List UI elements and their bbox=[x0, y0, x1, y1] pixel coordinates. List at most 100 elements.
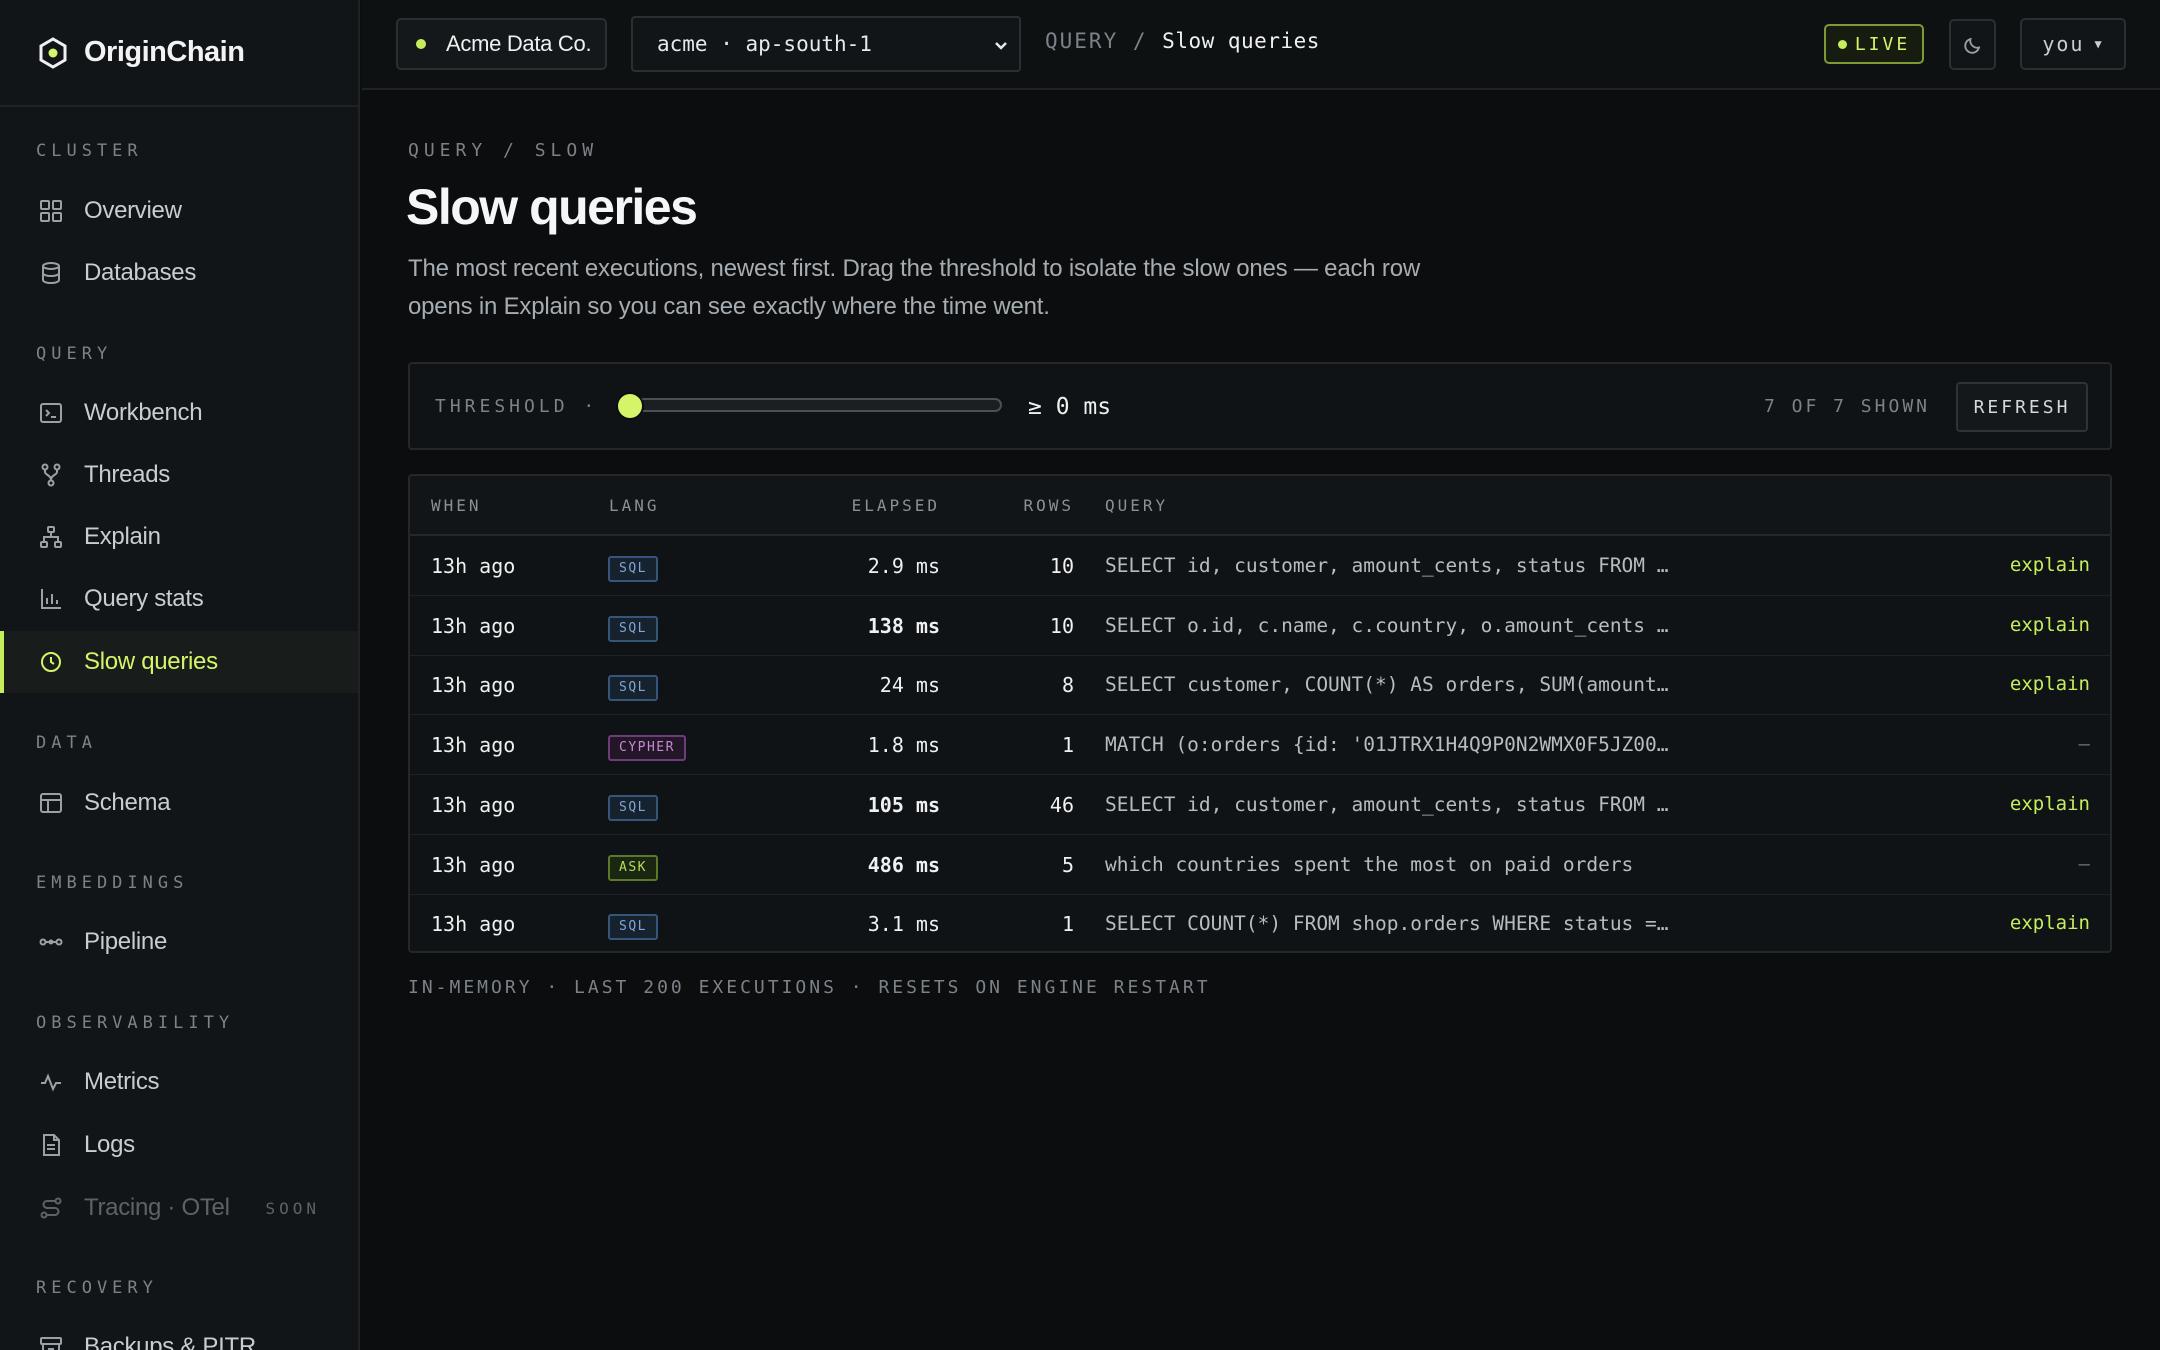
bar-chart-icon bbox=[41, 589, 61, 609]
cell-rows: 10 bbox=[1049, 554, 1074, 578]
route-icon bbox=[40, 1197, 62, 1219]
breadcrumb-current: Slow queries bbox=[1162, 29, 1320, 53]
region-select[interactable]: acme · ap-south-1 bbox=[631, 16, 1021, 72]
cell-rows: 5 bbox=[1061, 852, 1074, 877]
brand-name: OriginChain bbox=[84, 36, 245, 68]
theme-toggle-button[interactable] bbox=[1949, 19, 1996, 70]
sidebar-item-overview[interactable]: Overview bbox=[0, 180, 358, 242]
explain-link[interactable]: explain bbox=[2010, 554, 2090, 576]
database-icon bbox=[42, 262, 60, 285]
column-header-elapsed[interactable]: ELAPSED bbox=[852, 496, 940, 515]
table-row[interactable]: 13h ago SQL 105 ms 46 SELECT id, customer, a… bbox=[410, 775, 2110, 835]
column-header-lang[interactable]: LANG bbox=[609, 496, 660, 515]
table-row[interactable]: 13h ago SQL 24 ms 8 SELECT customer, COUNT(*… bbox=[410, 655, 2110, 716]
sidebar-item-threads[interactable]: Threads bbox=[0, 444, 358, 506]
sidebar: OriginChain CLUSTER Overview Databases Q… bbox=[0, 0, 360, 1350]
page-eyebrow: QUERY / SLOW bbox=[408, 140, 599, 161]
cell-when: 13h ago bbox=[431, 613, 516, 638]
cell-lang: SQL bbox=[608, 672, 658, 702]
nav-section-data: DATA bbox=[36, 733, 97, 753]
breadcrumb: QUERY / Slow queries bbox=[1045, 29, 1320, 53]
brand[interactable]: OriginChain bbox=[0, 0, 358, 107]
threshold-bar: THRESHOLD · ≥ 0 ms 7 OF 7 SHOWN REFRESH bbox=[408, 362, 2112, 450]
file-icon bbox=[43, 1134, 60, 1156]
sidebar-item-explain[interactable]: Explain bbox=[0, 506, 358, 568]
cell-rows: 1 bbox=[1061, 912, 1074, 937]
explain-link[interactable]: explain bbox=[2010, 793, 2090, 815]
table-header: WHEN LANG ELAPSED ROWS QUERY bbox=[410, 476, 2110, 536]
cell-query: SELECT COUNT(*) FROM shop.orders WHERE s… bbox=[1105, 912, 1669, 936]
threshold-value: ≥ 0 ms bbox=[1028, 394, 1112, 420]
nav-section-cluster: CLUSTER bbox=[36, 141, 143, 161]
explain-link[interactable]: explain bbox=[2010, 614, 2090, 636]
sidebar-item-pipeline[interactable]: Pipeline bbox=[0, 911, 358, 973]
sidebar-item-label: Threads bbox=[84, 461, 170, 488]
sidebar-item-slow-queries[interactable]: Slow queries bbox=[0, 631, 358, 693]
live-badge: LIVE bbox=[1824, 24, 1924, 64]
cell-query: SELECT o.id, c.name, c.country, o.amount… bbox=[1105, 613, 1669, 637]
sidebar-item-label: Slow queries bbox=[84, 648, 218, 675]
cell-when: 13h ago bbox=[431, 673, 516, 698]
sidebar-item-label: Tracing · OTel bbox=[84, 1194, 230, 1221]
column-header-when[interactable]: WHEN bbox=[431, 496, 482, 515]
cell-lang: CYPHER bbox=[608, 732, 686, 762]
cell-query: SELECT customer, COUNT(*) AS orders, SUM… bbox=[1105, 673, 1669, 697]
threshold-label: THRESHOLD · bbox=[435, 396, 599, 417]
user-menu-button[interactable]: you ▼ bbox=[2020, 18, 2126, 70]
cell-rows: 1 bbox=[1061, 733, 1074, 758]
nav-section-query: QUERY bbox=[36, 344, 113, 364]
status-dot bbox=[416, 39, 426, 49]
sidebar-item-label: Metrics bbox=[84, 1068, 160, 1095]
cell-query: SELECT id, customer, amount_cents, statu… bbox=[1105, 792, 1669, 816]
sidebar-item-label: Overview bbox=[84, 197, 182, 224]
logo-hexagon-icon bbox=[39, 36, 67, 69]
soon-badge: SOON bbox=[265, 1198, 320, 1218]
cell-when: 13h ago bbox=[431, 733, 516, 758]
branch-icon bbox=[41, 463, 61, 487]
sidebar-item-label: Databases bbox=[84, 259, 197, 286]
slow-queries-table: WHEN LANG ELAPSED ROWS QUERY 13h ago SQL 2… bbox=[408, 474, 2112, 953]
cell-lang: SQL bbox=[608, 792, 658, 821]
cell-lang: SQL bbox=[608, 613, 658, 642]
explain-link[interactable]: explain bbox=[2010, 673, 2090, 695]
sidebar-item-query-stats[interactable]: Query stats bbox=[0, 568, 358, 630]
table-row[interactable]: 13h ago ASK 486 ms 5 which countries spent t… bbox=[410, 835, 2110, 895]
breadcrumb-section[interactable]: QUERY / bbox=[1045, 29, 1148, 53]
sidebar-item-backups[interactable]: Backups & PITR bbox=[0, 1316, 358, 1350]
nav-section-observability: OBSERVABILITY bbox=[36, 1013, 235, 1033]
cell-rows: 46 bbox=[1049, 792, 1074, 817]
org-switcher[interactable]: Acme Data Co. bbox=[396, 18, 607, 70]
column-header-rows[interactable]: ROWS bbox=[1023, 496, 1074, 515]
footnote: IN-MEMORY · LAST 200 EXECUTIONS · RESETS… bbox=[408, 977, 1211, 998]
pipeline-icon bbox=[39, 938, 63, 946]
caret-down-icon: ▼ bbox=[2094, 37, 2104, 51]
sidebar-item-workbench[interactable]: Workbench bbox=[0, 382, 358, 444]
cell-rows: 8 bbox=[1061, 673, 1074, 698]
sidebar-item-metrics[interactable]: Metrics bbox=[0, 1051, 358, 1113]
sidebar-item-logs[interactable]: Logs bbox=[0, 1114, 358, 1176]
cell-when: 13h ago bbox=[431, 792, 516, 817]
column-header-query[interactable]: QUERY bbox=[1105, 496, 1168, 515]
lang-badge: SQL bbox=[608, 914, 658, 941]
cell-elapsed: 105 ms bbox=[867, 792, 940, 817]
threshold-slider-thumb[interactable] bbox=[618, 394, 642, 418]
table-row[interactable]: 13h ago CYPHER 1.8 ms 1 MATCH (o:orders {id:… bbox=[410, 715, 2110, 776]
user-name: you bbox=[2042, 32, 2085, 56]
sidebar-item-schema[interactable]: Schema bbox=[0, 772, 358, 834]
no-action: — bbox=[2078, 852, 2090, 875]
cell-elapsed: 2.9 ms bbox=[867, 554, 940, 578]
live-label: LIVE bbox=[1854, 33, 1911, 55]
page-description: The most recent executions, newest first… bbox=[408, 255, 1420, 320]
lang-badge: CYPHER bbox=[608, 735, 686, 762]
sidebar-item-databases[interactable]: Databases bbox=[0, 242, 358, 304]
table-row[interactable]: 13h ago SQL 2.9 ms 10 SELECT id, customer, a… bbox=[410, 536, 2110, 596]
threshold-slider[interactable] bbox=[616, 398, 1002, 412]
explain-link[interactable]: explain bbox=[2010, 912, 2090, 934]
nav-section-embeddings: EMBEDDINGS bbox=[36, 873, 189, 893]
refresh-button[interactable]: REFRESH bbox=[1956, 382, 2088, 432]
table-row[interactable]: 13h ago SQL 3.1 ms 1 SELECT COUNT(*) FROM sh… bbox=[410, 894, 2110, 951]
archive-icon bbox=[40, 1337, 62, 1350]
table-row[interactable]: 13h ago SQL 138 ms 10 SELECT o.id, c.name, c… bbox=[410, 596, 2110, 656]
page-title: Slow queries bbox=[406, 179, 698, 235]
sidebar-item-label: Logs bbox=[84, 1131, 135, 1158]
